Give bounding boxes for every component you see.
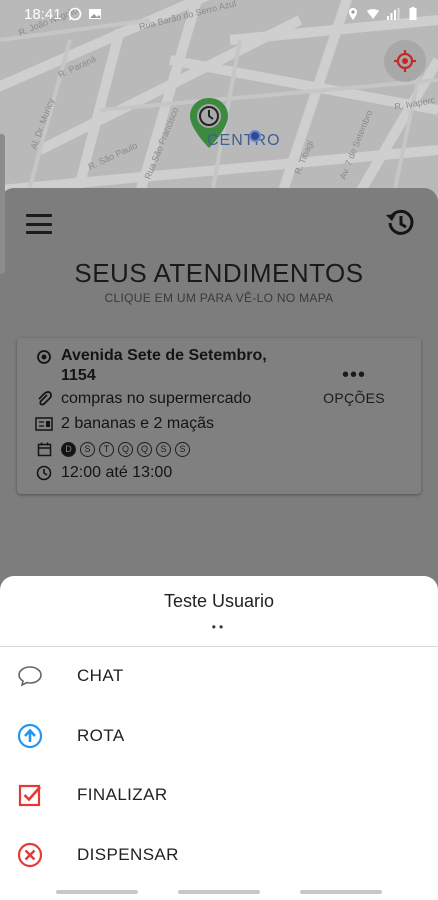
weekday-dot: S (156, 441, 171, 457)
page-subtitle: CLIQUE EM UM PARA VÊ-LO NO MAPA (104, 291, 334, 305)
history-icon[interactable] (384, 206, 418, 240)
card-items-row: 2 bananas e 2 maçãs (35, 415, 214, 433)
page-title: SEUS ATENDIMENTOS (74, 258, 364, 288)
nav-home-handle[interactable] (178, 890, 260, 894)
status-time: 18:41 (24, 5, 62, 23)
card-options-button[interactable]: ••• OPÇÕES (323, 364, 385, 406)
weekday-dot: Q (118, 441, 133, 457)
options-label: OPÇÕES (323, 390, 385, 406)
more-horizontal-icon: ••• (341, 364, 366, 386)
system-nav-bar (0, 884, 438, 900)
finish-action[interactable]: FINALIZAR (0, 767, 438, 823)
battery-icon (409, 7, 417, 20)
card-description: compras no supermercado (61, 390, 252, 407)
map-neighborhood-label: CENTRO (207, 132, 281, 149)
card-address: Avenida Sete de Setembro, 1154 (61, 347, 267, 384)
wifi-icon (367, 9, 379, 19)
appointment-card[interactable]: Avenida Sete de Setembro, 1154 compras n… (17, 338, 421, 494)
weekday-dot: D (61, 441, 76, 457)
calendar-icon (35, 440, 53, 458)
card-time-row: 12:00 até 13:00 (35, 464, 172, 482)
card-items: 2 bananas e 2 maçãs (61, 415, 214, 432)
sheet-title: Teste Usuario (163, 591, 275, 611)
route-label: ROTA (77, 726, 125, 745)
nav-recent-handle[interactable] (300, 890, 382, 894)
my-location-button[interactable] (384, 40, 426, 82)
route-arrow-icon (17, 723, 43, 749)
whatsapp-icon (68, 7, 81, 21)
divider (0, 646, 438, 647)
side-handle[interactable] (0, 134, 5, 274)
bottom-sheet: Teste Usuario •• CHAT ROTA FINALIZAR DIS… (0, 576, 438, 900)
weekday-dot: Q (137, 441, 152, 457)
chat-bubble-icon (17, 663, 43, 689)
crosshair-icon (394, 50, 416, 72)
weekday-dot: T (99, 441, 114, 457)
dismiss-action[interactable]: DISPENSAR (0, 827, 438, 883)
card-days-row: D S T Q Q S S (35, 440, 190, 458)
status-bar: 18:41 (0, 0, 438, 28)
chat-label: CHAT (77, 666, 124, 685)
card-address-row: Avenida Sete de Setembro, 1154 (35, 346, 291, 386)
chat-action[interactable]: CHAT (0, 648, 438, 704)
card-description-row: compras no supermercado (35, 390, 251, 408)
finish-label: FINALIZAR (77, 785, 168, 804)
paperclip-icon (35, 390, 53, 408)
nav-back-handle[interactable] (56, 890, 138, 894)
hamburger-menu-icon[interactable] (24, 212, 54, 236)
weekday-selector: D S T Q Q S S (61, 441, 190, 457)
dismiss-label: DISPENSAR (77, 845, 179, 864)
cancel-circle-icon (17, 842, 43, 868)
clock-icon (35, 464, 53, 482)
receipt-icon (35, 415, 53, 433)
current-position-dot (249, 130, 261, 142)
weekday-dot: S (175, 441, 190, 457)
location-target-icon (35, 348, 53, 366)
card-time: 12:00 até 13:00 (61, 464, 173, 481)
weekday-dot: S (80, 441, 95, 457)
sheet-drag-handle[interactable]: •• (0, 620, 438, 634)
checkbox-icon (17, 782, 43, 808)
location-status-icon (349, 8, 357, 20)
gallery-icon (88, 9, 101, 19)
signal-icon (387, 8, 400, 20)
route-action[interactable]: ROTA (0, 708, 438, 764)
